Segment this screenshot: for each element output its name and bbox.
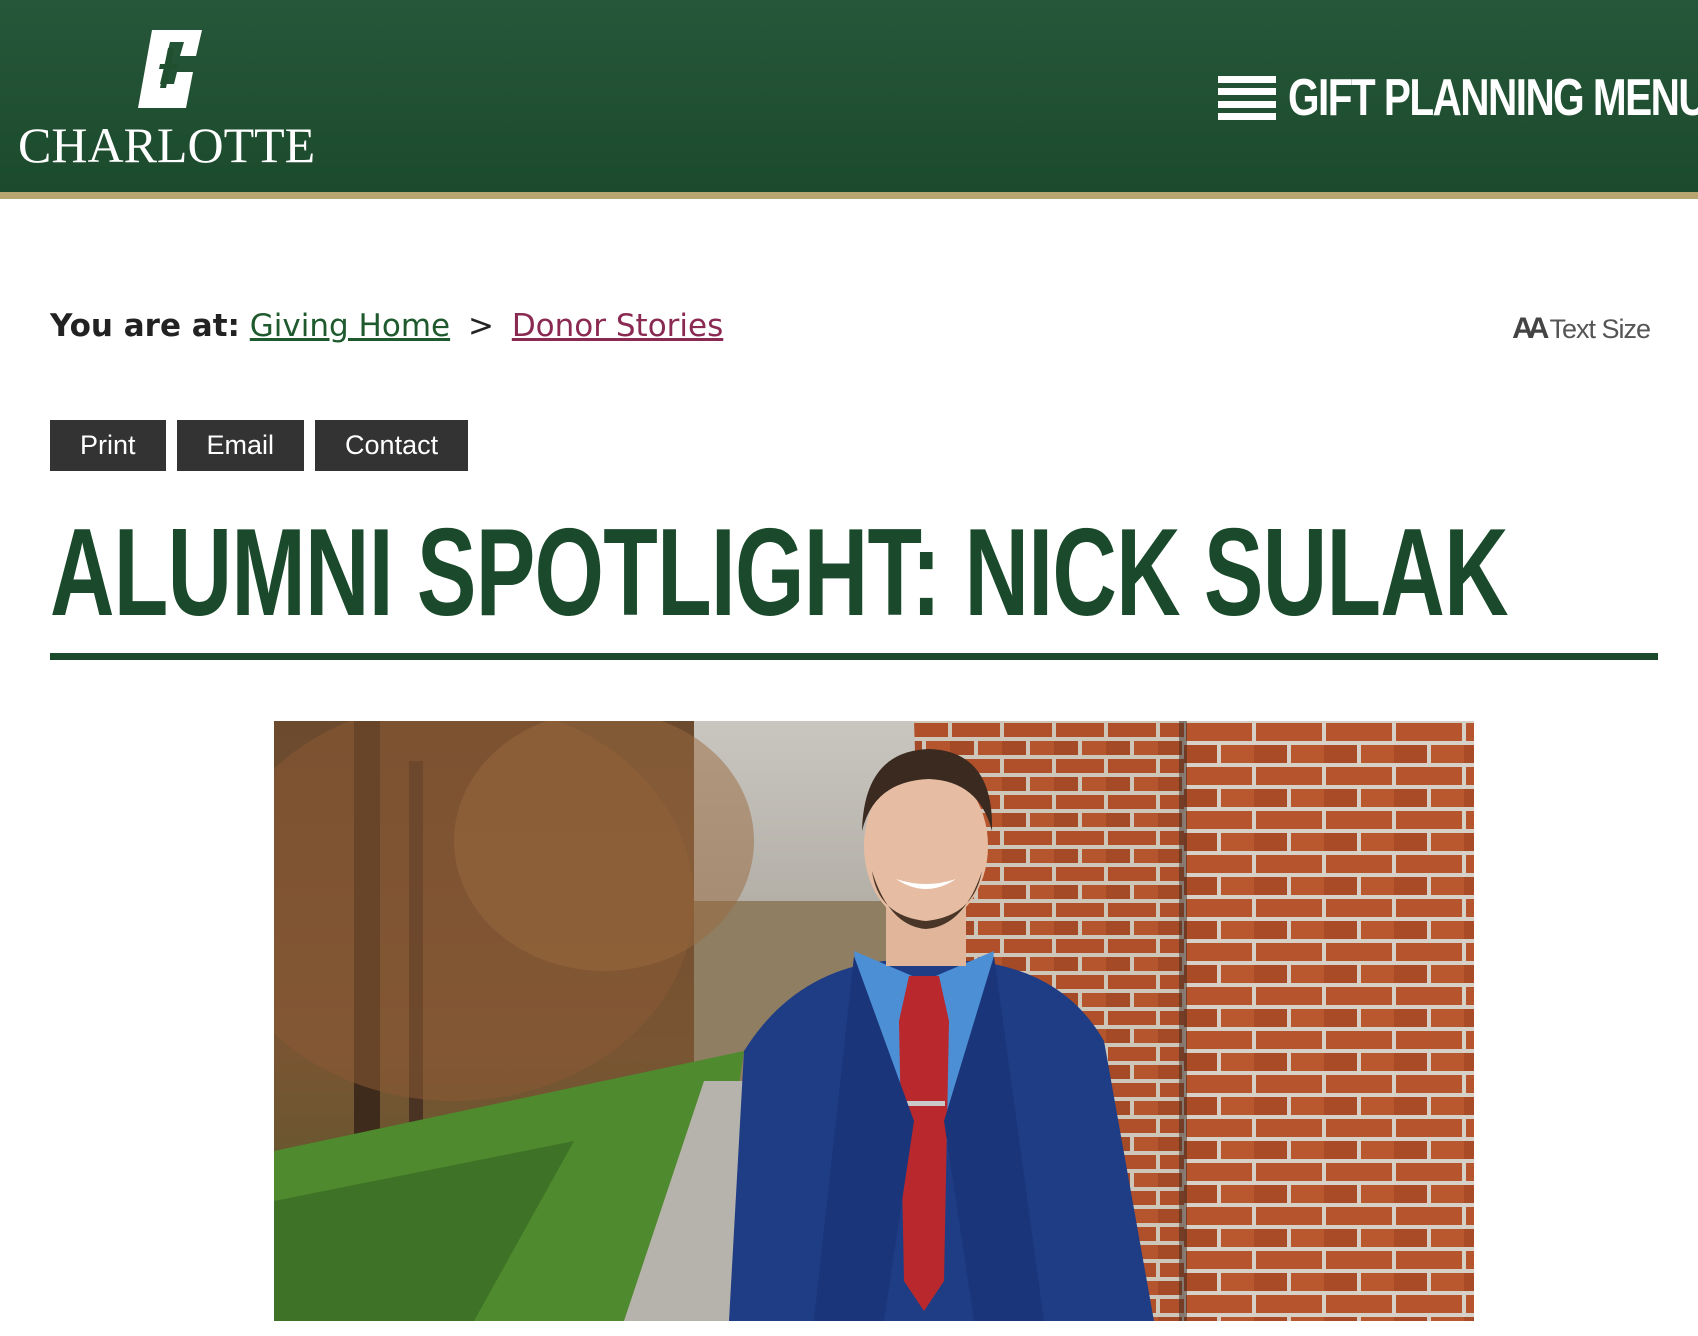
email-button[interactable]: Email bbox=[176, 420, 305, 471]
breadcrumb-separator: > bbox=[467, 308, 494, 344]
charlotte-logo[interactable]: CHARLOTTE bbox=[18, 26, 318, 173]
logo-wordmark: CHARLOTTE bbox=[18, 117, 316, 173]
text-size-icon: AA bbox=[1512, 312, 1549, 345]
alumni-photo bbox=[274, 721, 1474, 1321]
breadcrumb-label: You are at: bbox=[50, 308, 240, 344]
breadcrumb-link-giving-home[interactable]: Giving Home bbox=[250, 308, 450, 344]
print-button[interactable]: Print bbox=[50, 420, 166, 471]
gift-planning-menu-button[interactable]: GIFT PLANNING MENU bbox=[1218, 68, 1698, 128]
menu-label: GIFT PLANNING MENU bbox=[1288, 69, 1698, 127]
charlotte-c-logo-icon bbox=[138, 30, 202, 108]
page-actions: Print Email Contact bbox=[50, 420, 469, 471]
site-header: CHARLOTTE GIFT PLANNING MENU bbox=[0, 0, 1698, 192]
text-size-label: Text Size bbox=[1549, 313, 1651, 344]
breadcrumb-link-donor-stories[interactable]: Donor Stories bbox=[512, 308, 723, 344]
breadcrumb: You are at: Giving Home > Donor Stories bbox=[50, 308, 723, 344]
header-gold-stripe bbox=[0, 192, 1698, 199]
title-divider bbox=[50, 653, 1658, 660]
text-size-control[interactable]: AA Text Size bbox=[1512, 312, 1651, 346]
page-title: ALUMNI SPOTLIGHT: NICK SULAK bbox=[50, 504, 1509, 642]
contact-button[interactable]: Contact bbox=[315, 420, 469, 471]
alumni-photo-image bbox=[274, 721, 1474, 1321]
hamburger-icon bbox=[1218, 76, 1276, 120]
